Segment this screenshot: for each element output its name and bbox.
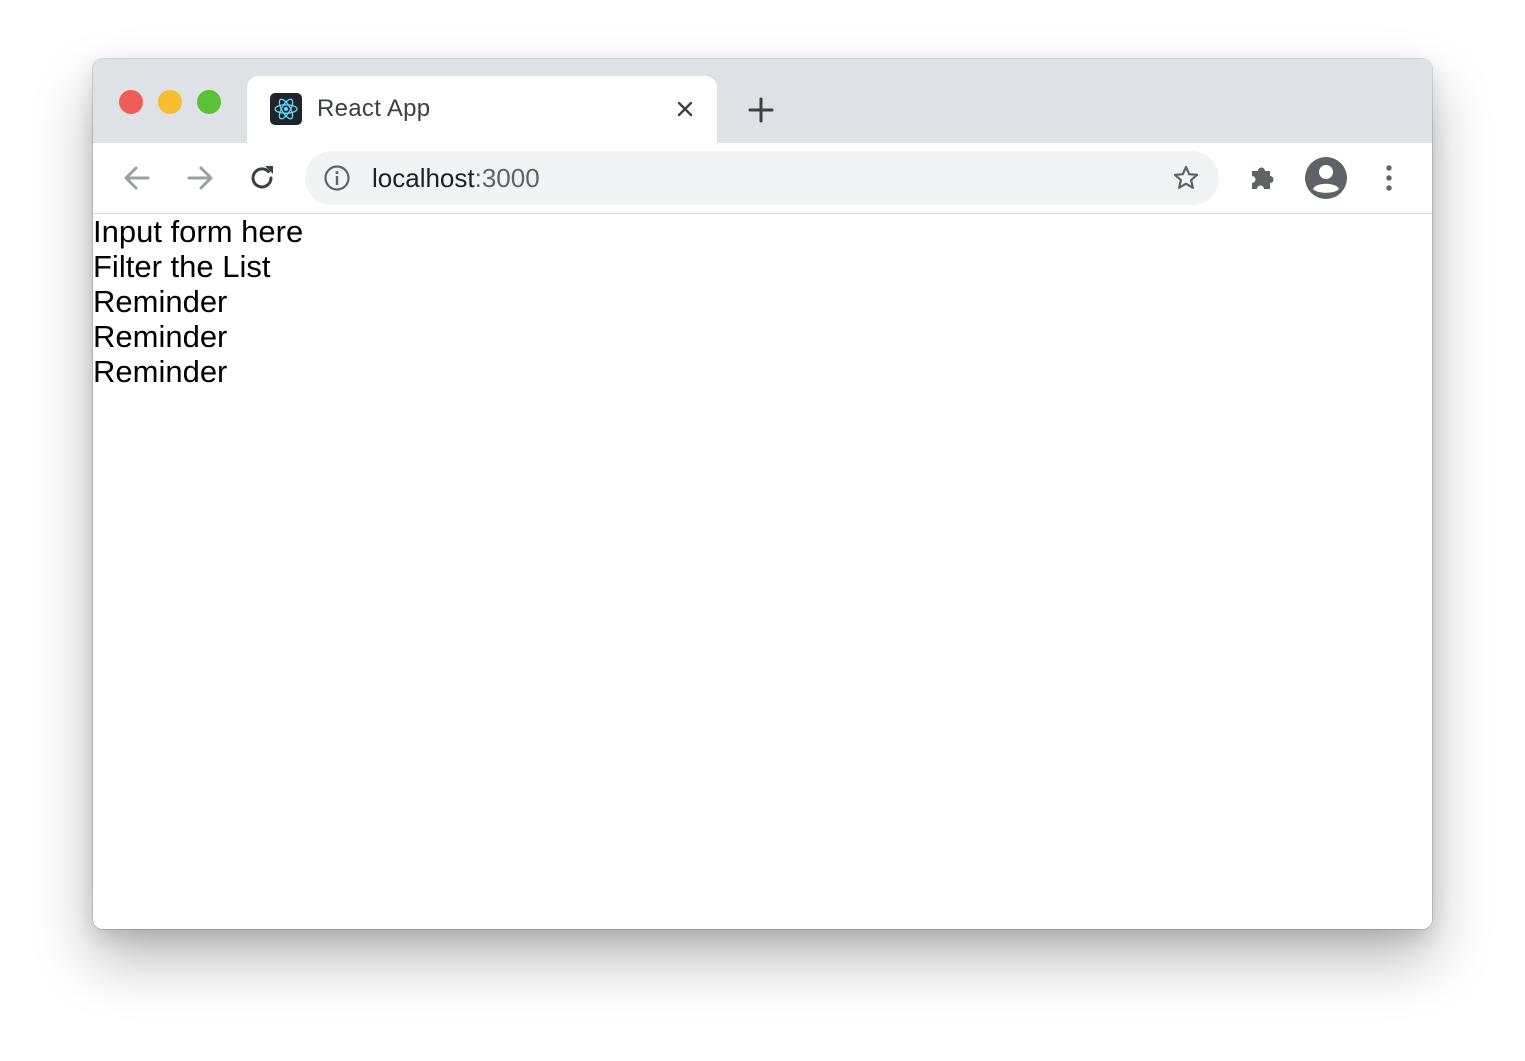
extensions-puzzle-icon[interactable] <box>1242 158 1282 198</box>
url-port: :3000 <box>474 163 540 193</box>
filter-placeholder: Filter the List <box>93 249 271 284</box>
close-window-button[interactable] <box>119 90 143 114</box>
address-bar[interactable]: localhost:3000 <box>305 151 1219 205</box>
reminder-item: Reminder <box>93 319 228 354</box>
title-bar: React App <box>93 59 1432 143</box>
browser-toolbar: localhost:3000 <box>93 143 1432 214</box>
reminder-item: Reminder <box>93 354 228 389</box>
forward-arrow-icon[interactable] <box>182 160 218 196</box>
react-logo-icon <box>270 93 302 125</box>
input-form-placeholder: Input form here <box>93 214 304 249</box>
zoom-window-button[interactable] <box>197 90 221 114</box>
browser-tab[interactable]: React App <box>247 76 717 143</box>
info-icon[interactable] <box>323 164 351 192</box>
reload-icon[interactable] <box>244 160 280 196</box>
more-vertical-icon[interactable] <box>1369 158 1409 198</box>
tab-title: React App <box>317 95 431 122</box>
close-icon[interactable] <box>671 95 699 123</box>
profile-avatar-icon[interactable] <box>1303 155 1349 201</box>
star-icon[interactable] <box>1171 163 1201 193</box>
page-content: Input form here Filter the List Reminder… <box>93 214 1432 929</box>
url-text: localhost:3000 <box>372 163 540 194</box>
plus-icon[interactable] <box>743 92 779 128</box>
back-arrow-icon[interactable] <box>119 160 155 196</box>
reminder-item: Reminder <box>93 284 228 319</box>
url-host: localhost <box>372 163 475 193</box>
browser-window: React App localhost:3000 Input form here… <box>93 59 1432 929</box>
minimize-window-button[interactable] <box>158 90 182 114</box>
